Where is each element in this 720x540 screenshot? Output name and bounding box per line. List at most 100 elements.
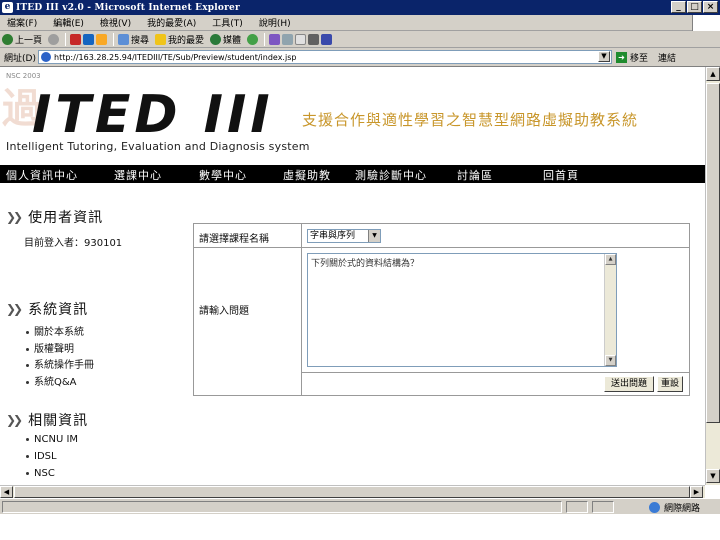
current-user-text: 目前登入者：930101 [24, 238, 123, 249]
toolbar-separator [264, 32, 266, 46]
main-nav: 個人資訊中心 選課中心 數學中心 虛擬助教 測驗診斷中心 討論區 回首頁 [0, 165, 705, 183]
form-divider [301, 224, 302, 395]
bullet-icon [26, 380, 29, 384]
vertical-scroll-thumb[interactable] [706, 83, 720, 423]
bullet-icon [26, 347, 29, 351]
question-textarea[interactable]: 下列關於式的資料結構為？ ▲ ▼ [307, 253, 617, 367]
course-label: 請選擇課程名稱 [199, 234, 269, 245]
question-text: 下列關於式的資料結構為？ [311, 259, 420, 269]
double-chevron-icon: ❯❯ [6, 302, 23, 316]
menu-help[interactable]: 說明(H) [259, 16, 291, 29]
textarea-scrollbar[interactable]: ▲ ▼ [604, 254, 616, 366]
minimize-button[interactable]: _ [671, 1, 686, 13]
nav-course-selection[interactable]: 選課中心 [114, 167, 162, 183]
nav-virtual-assistant[interactable]: 虛擬助教 [283, 167, 331, 183]
double-chevron-icon: ❯❯ [6, 210, 23, 224]
scroll-down-icon[interactable]: ▼ [605, 355, 616, 366]
address-input[interactable]: http://163.28.25.94/ITEDIII/TE/Sub/Previ… [38, 50, 612, 64]
nav-discussion[interactable]: 討論區 [457, 167, 493, 183]
site-title: 支援合作與適性學習之智慧型網路虛擬助教系統 [302, 111, 639, 129]
menu-view[interactable]: 檢視(V) [100, 16, 131, 29]
bullet-icon [26, 330, 29, 334]
zone-label: 網際網路 [663, 504, 700, 514]
stop-icon[interactable] [70, 33, 82, 45]
link-system-qa[interactable]: 系統Q&A [26, 373, 77, 388]
menu-favorites[interactable]: 我的最愛(A) [147, 16, 196, 29]
address-bar: 網址(D) http://163.28.25.94/ITEDIII/TE/Sub… [0, 48, 720, 67]
go-button[interactable]: ➜ 移至 [616, 51, 648, 64]
toolbar-separator [65, 32, 67, 46]
related-info-heading: ❯❯ 相關資訊 [6, 413, 89, 429]
scroll-left-icon[interactable]: ◀ [0, 486, 13, 498]
scroll-down-icon[interactable]: ▼ [706, 469, 720, 483]
bullet-icon [26, 454, 29, 458]
logo-subtitle: Intelligent Tutoring, Evaluation and Dia… [6, 140, 310, 153]
security-zone: 網際網路 [648, 501, 700, 514]
vertical-scrollbar[interactable]: ▲ ▼ [705, 67, 720, 485]
status-cell [566, 501, 588, 513]
discuss-icon[interactable] [308, 33, 320, 45]
bullet-icon [26, 437, 29, 441]
link-nsc[interactable]: NSC [26, 468, 55, 479]
edit-icon[interactable] [295, 33, 307, 45]
scroll-up-icon[interactable]: ▲ [605, 254, 616, 265]
home-icon[interactable] [96, 33, 108, 45]
back-label: 上一頁 [15, 35, 43, 46]
system-info-heading: ❯❯ 系統資訊 [6, 302, 89, 318]
search-button[interactable]: 搜尋 [118, 33, 149, 46]
bullet-icon [26, 363, 29, 367]
close-button[interactable]: × [703, 1, 718, 13]
menu-tools[interactable]: 工具(T) [212, 16, 243, 29]
toolbar: 上一頁 搜尋 我的最愛 媒體 [0, 31, 720, 48]
reset-button[interactable]: 重設 [657, 376, 683, 392]
windows-logo-icon [692, 15, 720, 31]
media-icon [210, 33, 222, 45]
menu-bar: 檔案(F) 編輯(E) 檢視(V) 我的最愛(A) 工具(T) 說明(H) [0, 15, 720, 31]
back-arrow-icon [2, 33, 13, 45]
search-icon [118, 33, 130, 45]
address-dropdown-icon[interactable]: ▼ [598, 51, 610, 62]
history-icon[interactable] [247, 33, 259, 45]
maximize-button[interactable]: □ [687, 1, 702, 13]
star-icon [155, 33, 167, 45]
double-chevron-icon: ❯❯ [6, 413, 23, 427]
bullet-icon [26, 471, 29, 475]
horizontal-scrollbar[interactable]: ◀ ▶ [0, 485, 705, 498]
links-button[interactable]: 連結 [658, 51, 676, 64]
site-logo: ITED III [32, 85, 274, 145]
scroll-up-icon[interactable]: ▲ [706, 67, 720, 81]
menu-file[interactable]: 檔案(F) [7, 16, 37, 29]
refresh-icon[interactable] [83, 33, 95, 45]
status-bar: 網際網路 [0, 498, 720, 514]
favorites-button[interactable]: 我的最愛 [155, 33, 204, 46]
horizontal-scroll-thumb[interactable] [14, 486, 690, 498]
menu-edit[interactable]: 編輯(E) [53, 16, 84, 29]
print-icon[interactable] [282, 33, 294, 45]
link-ncnu-im[interactable]: NCNU IM [26, 434, 78, 445]
link-idsl[interactable]: IDSL [26, 451, 57, 462]
messenger-icon[interactable] [321, 33, 333, 45]
nav-home[interactable]: 回首頁 [543, 167, 579, 183]
ie-logo-icon: e [2, 2, 13, 13]
favorites-label: 我的最愛 [168, 35, 205, 46]
media-label: 媒體 [223, 35, 242, 46]
link-user-manual[interactable]: 系統操作手冊 [26, 356, 94, 371]
scroll-right-icon[interactable]: ▶ [690, 486, 703, 498]
mail-icon[interactable] [269, 33, 281, 45]
link-copyright[interactable]: 版權聲明 [26, 340, 74, 355]
forward-arrow-icon[interactable] [48, 33, 60, 45]
media-button[interactable]: 媒體 [210, 33, 241, 46]
question-label: 請輸入問題 [199, 306, 249, 317]
search-label: 搜尋 [131, 35, 150, 46]
nav-test-diagnosis[interactable]: 測驗診斷中心 [355, 167, 427, 183]
course-select-value: 字串與序列 [310, 231, 356, 241]
status-cell [592, 501, 614, 513]
back-button[interactable]: 上一頁 [2, 33, 42, 46]
course-select[interactable]: 字串與序列 ▼ [307, 229, 381, 243]
address-url: http://163.28.25.94/ITEDIII/TE/Sub/Previ… [54, 52, 297, 62]
submit-question-button[interactable]: 送出問題 [604, 376, 654, 392]
nav-math-center[interactable]: 數學中心 [199, 167, 247, 183]
link-about-system[interactable]: 關於本系統 [26, 323, 84, 338]
nav-personal-center[interactable]: 個人資訊中心 [6, 167, 78, 183]
address-label: 網址(D) [4, 53, 36, 64]
